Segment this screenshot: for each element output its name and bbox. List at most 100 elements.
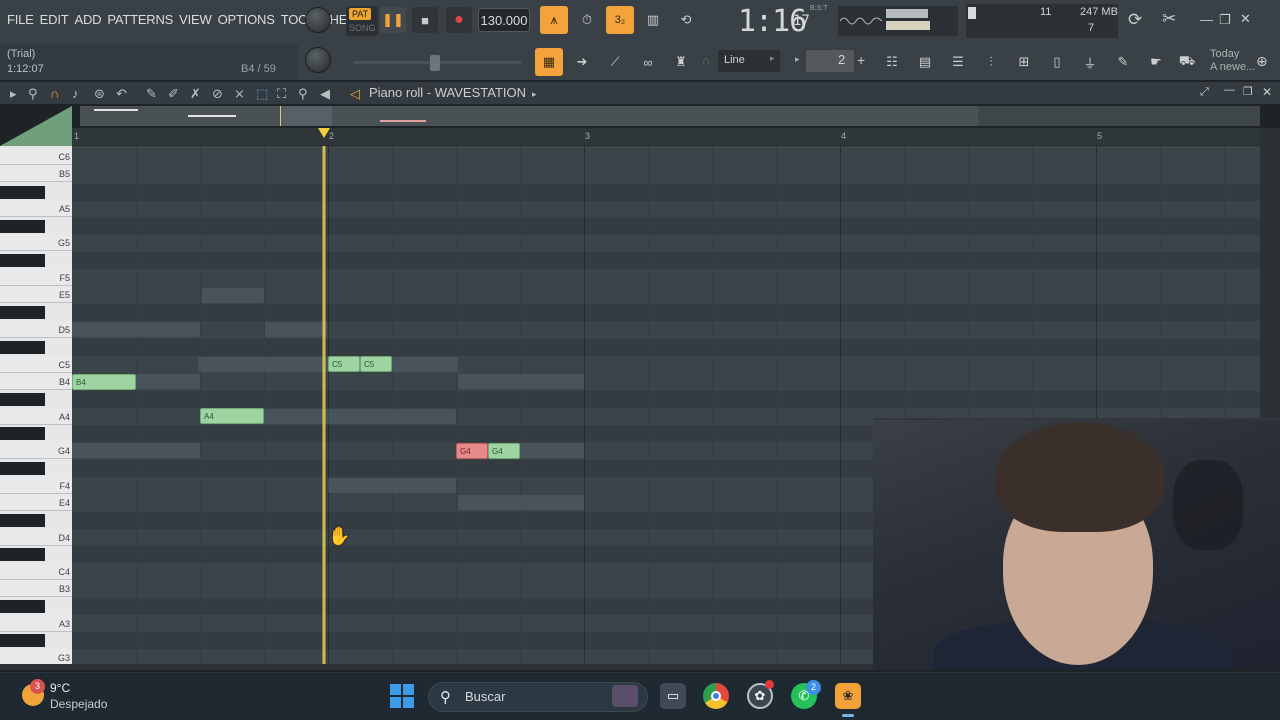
- piano-key[interactable]: B4: [0, 373, 72, 390]
- brush-button[interactable]: ⟋: [601, 48, 629, 76]
- note[interactable]: B4: [72, 374, 136, 390]
- magnet-tool-icon[interactable]: ⚲: [28, 86, 38, 102]
- tempo-tap-button[interactable]: ✎: [1109, 48, 1137, 76]
- zoom-tool-icon[interactable]: ⛶: [277, 86, 286, 102]
- piano-key[interactable]: E5: [0, 286, 72, 303]
- midi-button[interactable]: ☛: [1142, 48, 1170, 76]
- piano-key[interactable]: D5: [0, 321, 72, 338]
- piano-key[interactable]: A4: [0, 408, 72, 425]
- draw-tool-icon[interactable]: ✎: [146, 86, 157, 102]
- slice-tool-icon[interactable]: ⨯: [234, 86, 245, 102]
- mixer-button[interactable]: ⫶: [977, 48, 1005, 76]
- stamp-button[interactable]: ♜: [667, 48, 695, 76]
- loop-record-button[interactable]: ⟲: [672, 6, 700, 34]
- pause-button[interactable]: ❚❚: [380, 7, 406, 33]
- select-tool-icon[interactable]: ⬚: [256, 86, 268, 102]
- weather-description[interactable]: Despejado: [50, 697, 107, 711]
- project-button[interactable]: ▯: [1043, 48, 1071, 76]
- typing-keyboard-button[interactable]: ▦: [535, 48, 563, 76]
- piano-keyboard[interactable]: C6 B5 A5 G5 F5 E5 D5 C5 B4 A4 G4 F4 E4 D…: [0, 146, 72, 664]
- shop-button[interactable]: ⛟: [1173, 48, 1201, 76]
- minimize-icon[interactable]: —: [1200, 12, 1213, 27]
- piano-key[interactable]: A3: [0, 615, 72, 632]
- mute-tool-icon[interactable]: ⊘: [212, 86, 223, 102]
- menu-edit[interactable]: EDIT: [37, 10, 72, 29]
- piano-key-black[interactable]: [0, 220, 45, 233]
- piano-key[interactable]: C5: [0, 356, 72, 373]
- tempo-display[interactable]: 130.000: [478, 8, 530, 32]
- magnet-icon[interactable]: ∩: [702, 55, 710, 67]
- piano-key[interactable]: D4: [0, 529, 72, 546]
- note[interactable]: G4: [488, 443, 520, 459]
- note[interactable]: A4: [200, 408, 264, 424]
- link-button[interactable]: ∞: [634, 48, 662, 76]
- piano-roll-button[interactable]: ▤: [911, 48, 939, 76]
- piano-key[interactable]: B5: [0, 165, 72, 182]
- menu-options[interactable]: OPTIONS: [215, 10, 278, 29]
- piano-key-black[interactable]: [0, 186, 45, 199]
- close-icon[interactable]: ✕: [1240, 11, 1251, 27]
- overview-viewport[interactable]: [280, 106, 332, 126]
- paint-tool-icon[interactable]: ✐: [168, 86, 179, 102]
- piano-roll-menu-icon[interactable]: ▸: [10, 86, 17, 102]
- piano-key[interactable]: F4: [0, 477, 72, 494]
- maximize-icon[interactable]: ❐: [1243, 85, 1253, 98]
- snap-tool-icon[interactable]: ∩: [50, 86, 59, 101]
- step-edit-button[interactable]: ▥: [639, 6, 667, 34]
- pattern-selector[interactable]: 2: [806, 50, 854, 72]
- browser-button[interactable]: ⊞: [1010, 48, 1038, 76]
- weather-temperature[interactable]: 9°C: [50, 681, 70, 695]
- piano-key-black[interactable]: [0, 514, 45, 527]
- fl-studio-button[interactable]: ❀: [835, 683, 861, 709]
- channel-speaker-icon[interactable]: ◁: [350, 86, 360, 102]
- start-button[interactable]: [390, 684, 414, 708]
- piano-key[interactable]: E4: [0, 494, 72, 511]
- overview-scroll-area[interactable]: [978, 106, 1260, 126]
- piano-key-black[interactable]: [0, 634, 45, 647]
- undo-icon[interactable]: ↶: [116, 86, 127, 102]
- chrome-button[interactable]: [703, 683, 729, 709]
- globe-icon[interactable]: ⊕: [1256, 53, 1268, 70]
- playhead-marker[interactable]: [318, 128, 330, 138]
- delete-tool-icon[interactable]: ✗: [190, 86, 201, 102]
- step-forward-button[interactable]: ➜: [568, 48, 596, 76]
- close-icon[interactable]: ✕: [1262, 85, 1272, 99]
- piano-key-black[interactable]: [0, 254, 45, 267]
- piano-key-black[interactable]: [0, 600, 45, 613]
- stop-button[interactable]: ■: [412, 7, 438, 33]
- add-pattern-icon[interactable]: +: [857, 52, 865, 68]
- piano-key-black[interactable]: [0, 306, 45, 319]
- stamp-tool-icon[interactable]: ⊜: [94, 86, 105, 102]
- menu-patterns[interactable]: PATTERNS: [104, 10, 176, 29]
- playlist-button[interactable]: ☷: [878, 48, 906, 76]
- piano-key[interactable]: G5: [0, 234, 72, 251]
- pattern-overview[interactable]: [80, 106, 978, 126]
- note[interactable]: C5: [360, 356, 392, 372]
- menu-view[interactable]: VIEW: [176, 10, 214, 29]
- restore-icon[interactable]: ❐: [1219, 12, 1231, 28]
- menu-add[interactable]: ADD: [71, 10, 104, 29]
- plugin-button[interactable]: ⏚: [1076, 48, 1104, 76]
- master-pitch-knob[interactable]: [305, 47, 331, 73]
- countdown-button[interactable]: 3₂: [606, 6, 634, 34]
- piano-key-black[interactable]: [0, 393, 45, 406]
- detach-icon[interactable]: ⤢: [1200, 86, 1209, 99]
- search-icon[interactable]: ⚲: [298, 86, 308, 102]
- chevron-right-icon[interactable]: ▸: [532, 89, 537, 100]
- oscilloscope[interactable]: [838, 6, 884, 36]
- metronome-button[interactable]: ⩚: [540, 6, 568, 34]
- record-button[interactable]: ●: [446, 7, 472, 33]
- piano-key-black[interactable]: [0, 548, 45, 561]
- master-volume-knob[interactable]: [305, 7, 331, 33]
- timeline-ruler[interactable]: [72, 128, 1260, 146]
- piano-key-black[interactable]: [0, 462, 45, 475]
- piano-key[interactable]: G3: [0, 649, 72, 664]
- piano-key[interactable]: F5: [0, 269, 72, 286]
- piano-key[interactable]: G4: [0, 442, 72, 459]
- pattern-prev-icon[interactable]: ▸: [795, 54, 800, 65]
- minimize-icon[interactable]: —: [1224, 84, 1235, 96]
- piano-key[interactable]: C4: [0, 563, 72, 580]
- speaker-icon[interactable]: ◀: [320, 86, 330, 102]
- slider-handle[interactable]: [430, 55, 440, 71]
- news-panel[interactable]: Today A newe...: [1210, 48, 1255, 74]
